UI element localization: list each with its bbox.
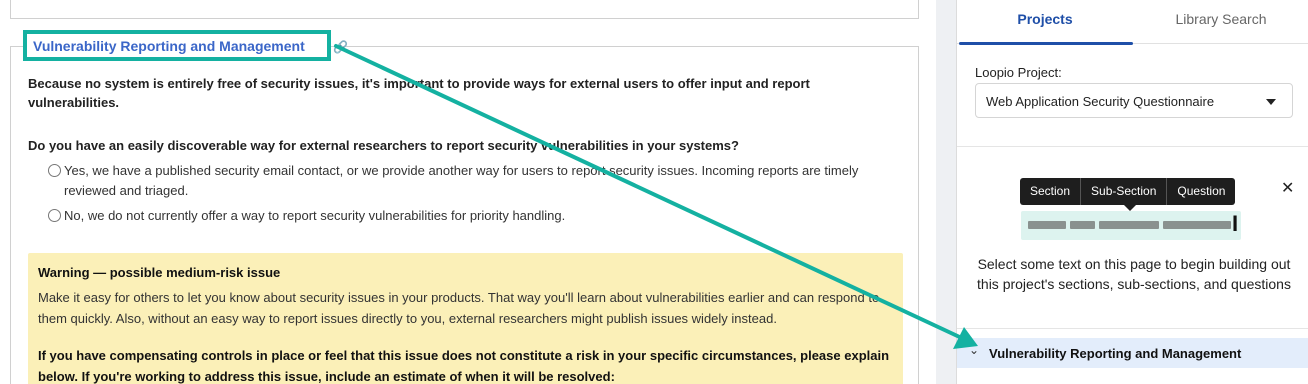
section-list-item[interactable]: ⌄ Vulnerability Reporting and Management [957, 338, 1308, 368]
tooltip-section-button[interactable]: Section [1020, 178, 1082, 205]
divider [957, 328, 1308, 329]
warning-instructions: If you have compensating controls in pla… [38, 348, 890, 384]
text-cursor-icon: I [1232, 211, 1239, 236]
skeleton-bar [1099, 221, 1159, 229]
divider [957, 146, 1308, 147]
radio-option-no[interactable]: No, we do not currently offer a way to r… [48, 206, 888, 228]
section-intro: Because no system is entirely free of se… [28, 76, 810, 110]
section-list-item-label: Vulnerability Reporting and Management [989, 346, 1242, 361]
instruction-text: Select some text on this page to begin b… [977, 256, 1291, 292]
warning-box: Warning — possible medium-risk issue Mak… [28, 253, 903, 384]
radio-button[interactable] [48, 209, 61, 222]
chevron-down-icon[interactable]: ⌄ [969, 343, 979, 357]
dropdown-caret-icon [1266, 99, 1276, 105]
link-icon[interactable]: 🔗 [333, 40, 348, 54]
skeleton-bar [1163, 221, 1231, 229]
selection-tooltip: Section Sub-Section Question [1020, 178, 1236, 205]
project-select[interactable]: Web Application Security Questionnaire [975, 83, 1293, 118]
previous-card [10, 0, 919, 19]
close-icon[interactable]: ✕ [1281, 178, 1294, 198]
skeleton-bar [1028, 221, 1066, 229]
section-title[interactable]: Vulnerability Reporting and Management [33, 38, 305, 54]
question-text: Do you have an easily discoverable way f… [28, 138, 739, 153]
tooltip-subsection-button[interactable]: Sub-Section [1081, 178, 1168, 205]
tab-bar: Projects Library Search [957, 0, 1308, 45]
project-select-value: Web Application Security Questionnaire [986, 94, 1215, 109]
radio-option-label: Yes, we have a published security email … [64, 163, 859, 198]
side-panel: Projects Library Search Loopio Project: … [956, 0, 1308, 384]
selection-illustration [1021, 211, 1241, 240]
skeleton-bar [1070, 221, 1095, 229]
project-label: Loopio Project: [975, 65, 1062, 80]
tab-library-search[interactable]: Library Search [1133, 0, 1308, 44]
document-area: Vulnerability Reporting and Management 🔗… [0, 0, 936, 384]
tab-projects[interactable]: Projects [957, 0, 1133, 45]
section-title-highlight[interactable]: Vulnerability Reporting and Management [23, 30, 331, 61]
radio-option-label: No, we do not currently offer a way to r… [64, 208, 566, 223]
side-panel-container: Projects Library Search Loopio Project: … [936, 0, 1308, 384]
radio-option-yes[interactable]: Yes, we have a published security email … [48, 161, 888, 205]
tooltip-question-button[interactable]: Question [1167, 178, 1235, 205]
warning-title: Warning — possible medium-risk issue [38, 265, 281, 280]
radio-button[interactable] [48, 164, 61, 177]
warning-body: Make it easy for others to let you know … [38, 290, 880, 326]
